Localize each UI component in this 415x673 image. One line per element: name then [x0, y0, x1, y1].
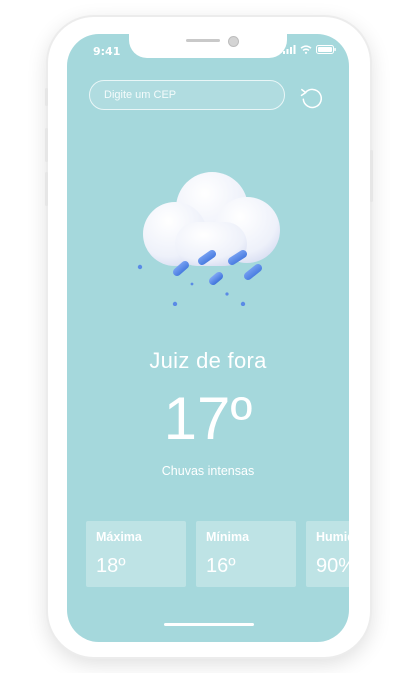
side-button [370, 150, 373, 202]
camera [228, 36, 239, 47]
card-value: 90% [316, 555, 349, 577]
temperature: 17º [163, 385, 253, 452]
side-button [45, 88, 48, 106]
home-indicator [164, 623, 254, 626]
card-label: Mínima [206, 530, 250, 544]
max-temp-card: Máxima 18º [86, 521, 186, 587]
refresh-icon[interactable] [299, 84, 325, 110]
notch [129, 34, 287, 58]
status-icons [283, 45, 336, 54]
card-value: 18º [96, 555, 126, 577]
card-label: Humidade [316, 530, 349, 544]
status-time: 9:41 [93, 45, 121, 58]
battery-icon [316, 45, 336, 54]
app-screen: 9:41 Digite um CEP Juiz de fora 17º Chuv… [67, 34, 349, 642]
weather-description: Chuvas intensas [161, 464, 255, 478]
weather-cards: Máxima 18º Mínima 16º Humidade 90% [86, 521, 349, 587]
city-name: Juiz de fora [149, 348, 267, 373]
card-value: 16º [206, 555, 236, 577]
side-button [45, 128, 48, 162]
card-label: Máxima [96, 530, 142, 544]
min-temp-card: Mínima 16º [196, 521, 296, 587]
rain-cloud-icon [137, 172, 280, 306]
wifi-icon [300, 45, 312, 54]
humidity-card: Humidade 90% [306, 521, 349, 587]
speaker [186, 39, 220, 42]
side-button [45, 172, 48, 206]
cep-search-input[interactable] [89, 80, 285, 110]
